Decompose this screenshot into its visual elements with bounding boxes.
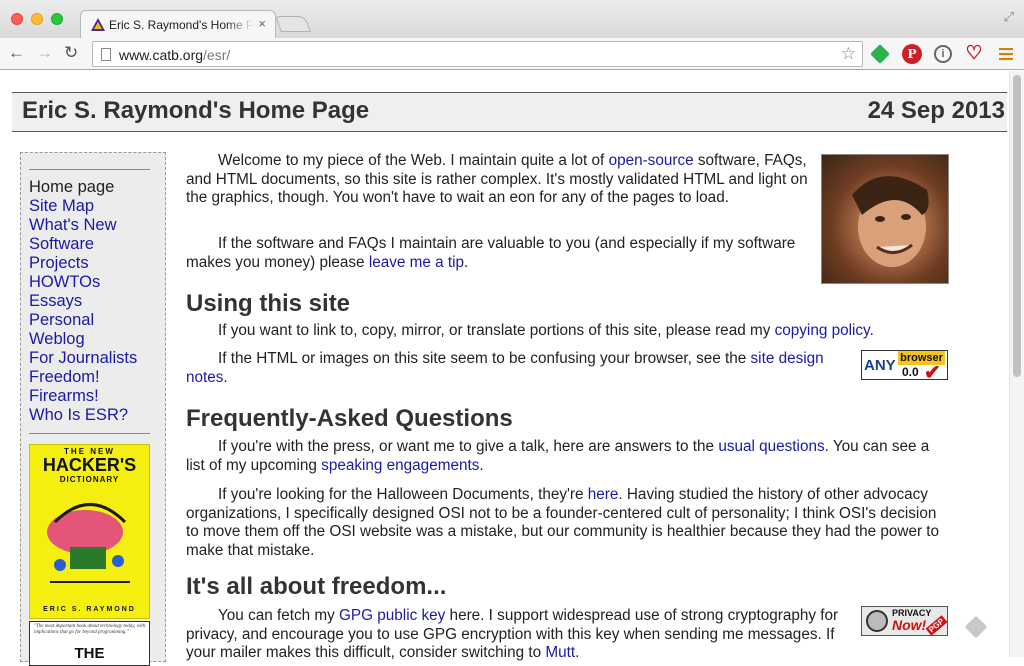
hackers-dictionary-book-cover[interactable]: THE NEW HACKER'S DICTIONARY ERIC S. RAYM…	[29, 444, 150, 619]
reload-icon[interactable]: ↻	[64, 43, 78, 63]
book-cover-title: HACKER'S	[42, 455, 137, 475]
forward-icon[interactable]: →	[36, 43, 53, 63]
browser-tab[interactable]: Eric S. Raymond's Home Page ×	[80, 10, 276, 38]
any-browser-badge[interactable]: ANY browser 0.0 ✔	[861, 350, 948, 384]
copying-policy-link[interactable]: copying policy	[775, 322, 870, 339]
maximize-window-button[interactable]	[51, 13, 63, 25]
page-icon	[101, 48, 111, 61]
text: If the HTML or images on this site seem …	[218, 350, 751, 367]
open-source-link[interactable]: open-source	[609, 152, 694, 169]
headphones-icon	[866, 610, 888, 632]
text: If the software and FAQs I maintain are …	[186, 235, 796, 271]
speaking-engagements-link[interactable]: speaking engagements	[321, 457, 479, 474]
sidebar-list: Home page Site Map What's New Software P…	[29, 178, 137, 425]
text: .	[223, 368, 228, 386]
page-date: 24 Sep 2013	[867, 97, 1005, 124]
pinterest-icon[interactable]: P	[902, 44, 922, 64]
esr-portrait-photo	[821, 154, 949, 284]
address-bar[interactable]: www.catb.org/esr/ ☆	[92, 41, 863, 67]
sidebar-item-projects[interactable]: Projects	[29, 254, 137, 273]
new-tab-button[interactable]	[275, 16, 311, 32]
sidebar-item-howtos[interactable]: HOWTOs	[29, 273, 137, 292]
divider	[29, 169, 150, 170]
info-icon[interactable]: i	[934, 45, 952, 63]
fullscreen-icon[interactable]: ⤢	[1004, 9, 1014, 25]
intro-paragraph: Welcome to my piece of the Web. I mainta…	[186, 152, 814, 208]
sidebar-item-personal[interactable]: Personal	[29, 311, 137, 330]
sidebar-item-who-is-esr[interactable]: Who Is ESR?	[29, 406, 137, 425]
sidebar-item-firearms[interactable]: Firearms!	[29, 387, 137, 406]
scrollbar-thumb[interactable]	[1013, 75, 1021, 377]
text: If you want to link to, copy, mirror, or…	[218, 322, 775, 339]
text: .	[464, 253, 469, 271]
divider	[29, 433, 150, 434]
menu-icon[interactable]	[999, 48, 1013, 60]
press-paragraph: If you're with the press, or want me to …	[186, 438, 951, 475]
book-cover-illustration	[47, 503, 130, 583]
sidebar-item-whats-new[interactable]: What's New	[29, 216, 137, 235]
leave-tip-link[interactable]: leave me a tip	[369, 254, 464, 271]
text: .	[479, 456, 484, 474]
feedly-float-icon[interactable]	[964, 615, 988, 639]
close-window-button[interactable]	[11, 13, 23, 25]
url-text[interactable]: www.catb.org/esr/	[119, 47, 230, 63]
usual-questions-link[interactable]: usual questions	[718, 438, 824, 455]
browser-toolbar: ← → ↻ www.catb.org/esr/ ☆ P i ♡	[0, 38, 1024, 70]
sidebar-item-software[interactable]: Software	[29, 235, 137, 254]
mutt-link[interactable]: Mutt	[545, 644, 575, 661]
minimize-window-button[interactable]	[31, 13, 43, 25]
url-host: www.catb.org	[119, 47, 204, 63]
sidebar-item-essays[interactable]: Essays	[29, 292, 137, 311]
book-cover-subtitle: DICTIONARY	[59, 475, 120, 484]
section-heading-faq: Frequently-Asked Questions	[186, 405, 513, 432]
book-cover-author: ERIC S. RAYMOND	[43, 606, 136, 613]
design-notes-paragraph: If the HTML or images on this site seem …	[186, 350, 826, 387]
sidebar-item-home-page: Home page	[29, 178, 115, 196]
feedly-icon[interactable]	[870, 44, 890, 64]
window-titlebar: Eric S. Raymond's Home Page × ⤢	[0, 0, 1024, 38]
favicon-icon	[91, 18, 105, 31]
sidebar-item-for-journalists[interactable]: For Journalists	[29, 349, 137, 368]
text: .	[575, 644, 580, 661]
page-header: Eric S. Raymond's Home Page 24 Sep 2013	[12, 92, 1007, 132]
text: .	[869, 322, 874, 339]
book-cover-title: THE CATHEDRAL	[43, 645, 135, 665]
text: You can fetch my	[218, 607, 340, 624]
badge-any-text: ANY	[864, 357, 896, 374]
gpg-public-key-link[interactable]: GPG public key	[339, 607, 445, 624]
text: If you're with the press, or want me to …	[218, 438, 719, 455]
tab-close-icon[interactable]: ×	[258, 16, 266, 31]
page-title: Eric S. Raymond's Home Page	[22, 97, 370, 124]
badge-pgp-text: PGP	[925, 615, 947, 635]
text: If you're looking for the Halloween Docu…	[218, 486, 588, 503]
portrait-face-illustration	[852, 176, 929, 267]
sidebar-item-site-map[interactable]: Site Map	[29, 197, 137, 216]
heart-icon[interactable]: ♡	[964, 44, 984, 64]
section-heading-using-this-site: Using this site	[186, 290, 351, 317]
url-path: /esr/	[203, 47, 231, 63]
section-heading-freedom: It's all about freedom...	[186, 573, 447, 600]
halloween-documents-link[interactable]: here	[588, 486, 619, 503]
tab-title: Eric S. Raymond's Home Page	[109, 18, 254, 32]
badge-now-text: Now!	[892, 617, 927, 633]
sidebar-item-freedom[interactable]: Freedom!	[29, 368, 137, 387]
cathedral-book-cover[interactable]: "The most important book about technolog…	[29, 621, 150, 666]
halloween-paragraph: If you're looking for the Halloween Docu…	[186, 486, 951, 560]
sidebar-item-weblog[interactable]: Weblog	[29, 330, 137, 349]
tip-paragraph: If the software and FAQs I maintain are …	[186, 235, 796, 272]
text: Welcome to my piece of the Web. I mainta…	[218, 152, 609, 169]
privacy-now-badge[interactable]: PRIVACY Now! PGP	[861, 606, 948, 636]
badge-version-text: 0.0	[902, 365, 919, 379]
gpg-paragraph: You can fetch my GPG public key here. I …	[186, 607, 858, 663]
vertical-scrollbar[interactable]	[1009, 71, 1024, 657]
bookmark-star-icon[interactable]: ☆	[841, 44, 856, 64]
back-icon[interactable]: ←	[8, 43, 25, 63]
book-cover-quote: "The most important book about technolog…	[34, 624, 146, 635]
sidebar-nav: Home page Site Map What's New Software P…	[20, 152, 166, 666]
copying-paragraph: If you want to link to, copy, mirror, or…	[186, 322, 951, 341]
checkmark-icon: ✔	[924, 362, 941, 384]
